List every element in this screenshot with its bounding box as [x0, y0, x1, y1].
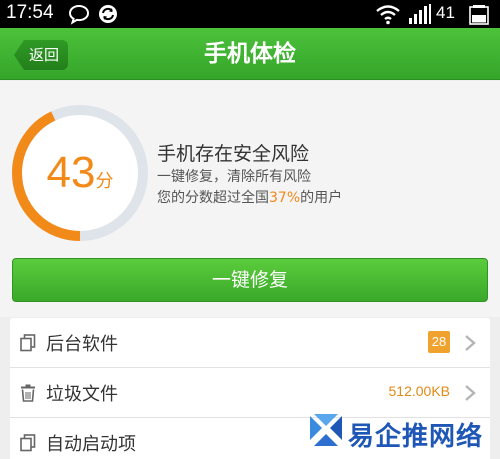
list-item-label: 自动启动项: [46, 434, 136, 455]
risk-subtitle: 一键修复，清除所有风险: [157, 169, 311, 185]
list-item-label: 垃圾文件: [46, 384, 118, 405]
risk-title: 手机存在安全风险: [157, 143, 310, 165]
sync-icon: [99, 5, 117, 23]
chevron-right-icon: [465, 335, 476, 351]
beat-percent: 37%: [269, 190, 301, 206]
watermark: 易企推网络: [308, 410, 498, 456]
title-bar: 手机体检 返回: [0, 28, 500, 80]
signal-icon: [409, 4, 431, 24]
score-display: 43分: [10, 103, 150, 243]
chevron-right-icon: [465, 385, 476, 401]
beat-prefix: 您的分数超过全国: [157, 190, 269, 206]
list-item-background-apps[interactable]: 后台软件 28: [10, 318, 490, 368]
status-time: 17:54: [6, 2, 54, 23]
beat-percent-text: 您的分数超过全国37%的用户: [157, 187, 342, 207]
score-unit: 分: [95, 171, 114, 192]
chat-bubble-icon: [68, 4, 90, 25]
one-click-fix-button[interactable]: 一键修复: [12, 258, 488, 302]
wifi-icon: [376, 5, 400, 25]
watermark-text: 易企推网络: [348, 422, 484, 452]
beat-suffix: 的用户: [300, 190, 343, 206]
trash-icon: [21, 384, 35, 402]
list-item-label: 后台软件: [46, 334, 118, 355]
copy-icon: [20, 434, 36, 452]
score-number: 43: [46, 148, 96, 197]
page-title: 手机体检: [204, 41, 296, 67]
battery-icon: [469, 5, 489, 25]
status-bar: 17:54 41: [0, 0, 500, 28]
watermark-logo-icon: [310, 414, 342, 446]
back-button[interactable]: 返回: [14, 40, 68, 70]
copy-icon: [20, 334, 36, 352]
battery-level: 41: [436, 3, 455, 22]
count-badge: 28: [428, 331, 450, 353]
junk-size-text: 512.00KB: [388, 383, 451, 399]
